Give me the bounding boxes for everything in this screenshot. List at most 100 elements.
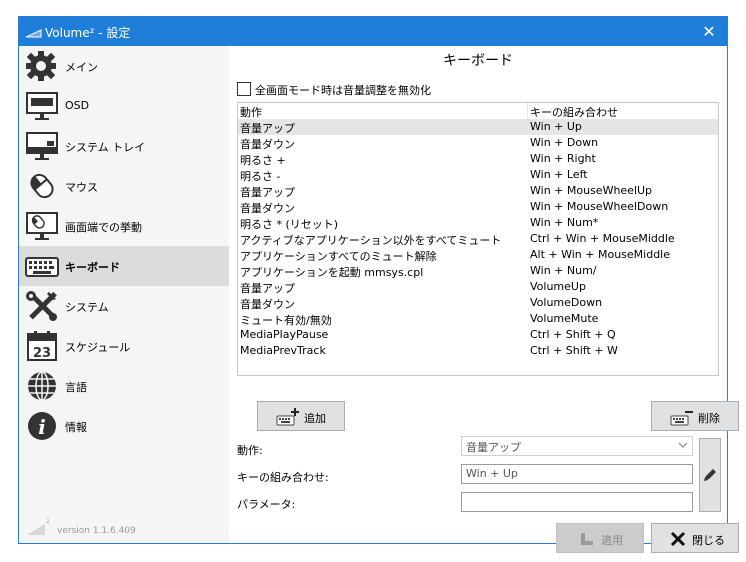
volume-app-icon	[26, 29, 42, 38]
monitor-icon	[26, 92, 58, 120]
table-cell-key-combo: Win + Left	[530, 168, 588, 181]
table-cell-action: アクティブなアプリケーション以外をすべてミュート	[240, 234, 502, 247]
table-row[interactable]: 音量アップ Win + Up	[238, 119, 718, 135]
column-header-key-combo[interactable]: キーの組み合わせ	[530, 104, 618, 120]
table-cell-action: 音量ダウン	[240, 202, 295, 215]
sidebar-item-keyboard[interactable]: キーボード	[19, 246, 229, 286]
calendar-icon: 23	[27, 331, 57, 361]
chevron-down-icon	[678, 442, 688, 448]
sidebar-item-label: OSD	[65, 99, 90, 112]
keyboard-settings-panel: キーボード 全画面モード時は音量調整を無効化 動作 キーの組み合わせ 音量アップ…	[229, 46, 739, 553]
table-row[interactable]: MediaPlayPause Ctrl + Shift + Q	[238, 327, 718, 343]
calendar-day-number: 23	[33, 346, 51, 361]
apply-button-label: 適用	[601, 534, 623, 547]
table-cell-key-combo: VolumeDown	[530, 296, 603, 309]
key-combo-label: キーの組み合わせ:	[237, 471, 329, 484]
table-cell-action: アプリケーションを起動 mmsys.cpl	[240, 266, 424, 279]
action-select-value: 音量アップ	[466, 441, 521, 454]
mouse-icon	[30, 173, 54, 199]
parameter-label: パラメータ:	[237, 498, 296, 511]
table-row[interactable]: 明るさ + Win + Right	[238, 151, 718, 167]
action-select[interactable]: 音量アップ	[461, 436, 693, 456]
close-window-button[interactable]: ✕	[691, 17, 727, 46]
hotkey-table[interactable]: 動作 キーの組み合わせ 音量アップ Win + Up 音量ダウン Win + Down…	[237, 102, 719, 376]
page-title: キーボード	[443, 53, 513, 69]
sidebar-item-label: 情報	[65, 421, 87, 434]
version-logo-icon: 2	[27, 517, 49, 535]
version-text: version 1.1.6.409	[57, 526, 136, 536]
table-cell-key-combo: Win + MouseWheelUp	[530, 184, 653, 197]
disable-fullscreen-label: 全画面モード時は音量調整を無効化	[255, 84, 431, 97]
table-row[interactable]: 音量ダウン VolumeDown	[238, 295, 718, 311]
table-row[interactable]: アクティブなアプリケーション以外をすべてミュート Ctrl + Win + Mou…	[238, 231, 718, 247]
table-cell-action: 音量アップ	[240, 282, 295, 295]
key-combo-input[interactable]: Win + Up	[461, 464, 693, 484]
table-cell-key-combo: Win + Down	[530, 136, 599, 149]
parameter-input[interactable]	[461, 492, 693, 512]
table-cell-action: 音量ダウン	[240, 138, 295, 151]
sidebar-item-osd[interactable]: OSD	[19, 86, 229, 126]
sidebar-item-schedule[interactable]: 23 スケジュール	[19, 326, 229, 366]
table-header: 動作 キーの組み合わせ	[238, 103, 718, 120]
table-row[interactable]: 音量ダウン Win + MouseWheelDown	[238, 199, 718, 215]
table-cell-action: 明るさ +	[240, 154, 286, 167]
table-cell-action: アプリケーションすべてのミュート解除	[240, 250, 437, 263]
delete-button[interactable]: 削除	[651, 401, 739, 431]
disable-fullscreen-checkbox[interactable]	[237, 82, 251, 96]
title-bar: Volume² - 設定 ✕	[19, 17, 727, 46]
sidebar-item-info[interactable]: i 情報	[19, 406, 229, 446]
gear-icon	[26, 51, 56, 81]
table-cell-action: 音量アップ	[240, 186, 295, 199]
pencil-icon	[704, 469, 716, 481]
table-cell-key-combo: VolumeMute	[530, 312, 599, 325]
table-row[interactable]: MediaPrevTrack Ctrl + Shift + W	[238, 343, 718, 359]
sidebar-item-label: システム トレイ	[65, 141, 146, 154]
sidebar-item-mouse[interactable]: マウス	[19, 166, 229, 206]
keyboard-icon	[25, 257, 59, 277]
table-cell-key-combo: Ctrl + Shift + Q	[530, 328, 616, 341]
table-cell-action: ミュート有効/無効	[240, 314, 332, 327]
sidebar-item-main[interactable]: メイン	[19, 46, 229, 86]
info-glyph: i	[38, 415, 46, 439]
sidebar-item-label: 言語	[65, 381, 87, 394]
settings-window: Volume² - 設定 ✕ メイン OSD システム トレイ マウス 画面端で…	[18, 16, 739, 553]
close-button[interactable]: 閉じる	[651, 523, 739, 553]
add-button-label: 追加	[304, 412, 326, 425]
table-cell-key-combo: VolumeUp	[530, 280, 586, 293]
table-row[interactable]: 音量ダウン Win + Down	[238, 135, 718, 151]
table-cell-action: MediaPlayPause	[240, 328, 329, 341]
add-keyboard-icon	[276, 408, 299, 426]
sidebar-item-language[interactable]: 言語	[19, 366, 229, 406]
table-row[interactable]: アプリケーションすべてのミュート解除 Alt + Win + MouseMiddl…	[238, 247, 718, 263]
sidebar-item-label: マウス	[65, 181, 98, 194]
table-row[interactable]: 明るさ - Win + Left	[238, 167, 718, 183]
column-header-action[interactable]: 動作	[240, 104, 262, 120]
sidebar-item-screen-edge[interactable]: 画面端での挙動	[19, 206, 229, 246]
close-button-label: 閉じる	[692, 534, 725, 547]
edit-hotkey-button[interactable]	[699, 438, 721, 512]
key-combo-value: Win + Up	[466, 467, 518, 480]
system-tray-icon	[26, 132, 58, 160]
sidebar-item-label: 画面端での挙動	[65, 221, 142, 234]
table-cell-key-combo: Alt + Win + MouseMiddle	[530, 248, 671, 261]
sidebar-item-system[interactable]: システム	[19, 286, 229, 326]
table-cell-key-combo: Win + Up	[530, 120, 582, 133]
sidebar-item-system-tray[interactable]: システム トレイ	[19, 126, 229, 166]
delete-button-label: 削除	[698, 412, 720, 425]
table-row[interactable]: アプリケーションを起動 mmsys.cpl Win + Num/	[238, 263, 718, 279]
table-cell-action: 音量アップ	[240, 122, 295, 135]
table-cell-key-combo: Ctrl + Shift + W	[530, 344, 618, 357]
sidebar-item-label: メイン	[65, 61, 98, 74]
apply-button[interactable]: 適用	[556, 523, 644, 553]
table-row[interactable]: 明るさ * (リセット) Win + Num*	[238, 215, 718, 231]
table-row[interactable]: 音量アップ Win + MouseWheelUp	[238, 183, 718, 199]
table-row[interactable]: 音量アップ VolumeUp	[238, 279, 718, 295]
add-button[interactable]: 追加	[257, 401, 345, 431]
sidebar: メイン OSD システム トレイ マウス 画面端での挙動 キーボード システム …	[19, 46, 229, 543]
table-cell-key-combo: Win + MouseWheelDown	[530, 200, 669, 213]
table-cell-key-combo: Win + Num/	[530, 264, 597, 277]
table-row[interactable]: ミュート有効/無効 VolumeMute	[238, 311, 718, 327]
table-cell-key-combo: Win + Right	[530, 152, 596, 165]
sidebar-item-label: スケジュール	[65, 341, 131, 354]
table-cell-action: 明るさ * (リセット)	[240, 218, 339, 231]
